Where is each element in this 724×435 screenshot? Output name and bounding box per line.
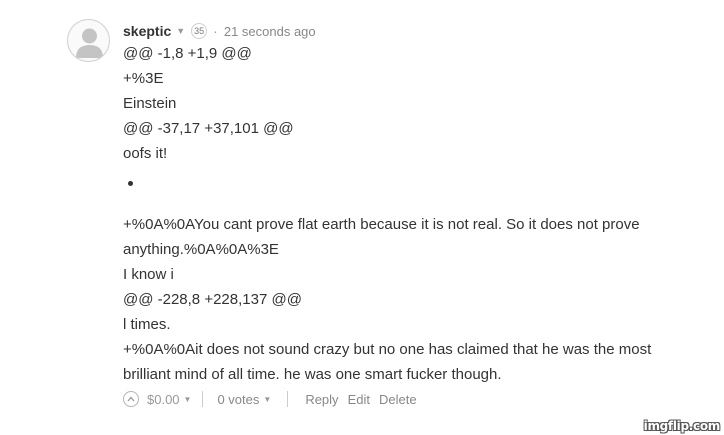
- username[interactable]: skeptic: [123, 23, 171, 39]
- payout-amount[interactable]: $0.00: [147, 392, 180, 407]
- divider: [287, 391, 289, 407]
- comment-line: oofs it!: [123, 145, 168, 162]
- comment-line: +%0A%0AYou cant prove flat earth because…: [123, 216, 640, 233]
- comment-line: I know i: [123, 266, 174, 283]
- comment-line: Einstein: [123, 95, 177, 112]
- vote-count[interactable]: 0 votes: [217, 392, 259, 407]
- comment-line: @@ -37,17 +37,101 @@: [123, 120, 294, 137]
- reputation-badge: 35: [191, 23, 208, 39]
- comment-line: +%0A%0Ait does not sound crazy but no on…: [123, 341, 652, 358]
- caret-down-icon[interactable]: ▼: [263, 395, 271, 404]
- reply-link[interactable]: Reply: [305, 392, 338, 407]
- comment-line: @@ -228,8 +228,137 @@: [123, 291, 302, 308]
- avatar[interactable]: [67, 19, 110, 62]
- comment-line: @@ -1,8 +1,9 @@: [123, 45, 252, 62]
- separator-dot: ·: [213, 23, 218, 39]
- delete-link[interactable]: Delete: [379, 392, 417, 407]
- comment-header: skeptic ▼ 35 · 21 seconds ago: [123, 20, 316, 42]
- divider: [202, 391, 204, 407]
- comment-line: +%3E: [123, 70, 164, 87]
- watermark: imgflip.com: [643, 419, 721, 433]
- comment-line: brilliant mind of all time. he was one s…: [123, 366, 502, 383]
- edit-link[interactable]: Edit: [348, 392, 370, 407]
- timestamp[interactable]: 21 seconds ago: [224, 24, 316, 39]
- upvote-button[interactable]: [123, 391, 139, 407]
- chevron-up-circle-icon: [127, 396, 135, 402]
- user-silhouette-icon: [76, 28, 103, 58]
- comment-line: anything.%0A%0A%3E: [123, 241, 279, 258]
- comment-footer: $0.00 ▼ 0 votes ▼ Reply Edit Delete: [123, 388, 426, 410]
- comment-line: l times.: [123, 316, 171, 333]
- caret-down-icon[interactable]: ▼: [184, 395, 192, 404]
- list-bullet: [128, 181, 133, 186]
- caret-down-icon[interactable]: ▼: [176, 26, 185, 36]
